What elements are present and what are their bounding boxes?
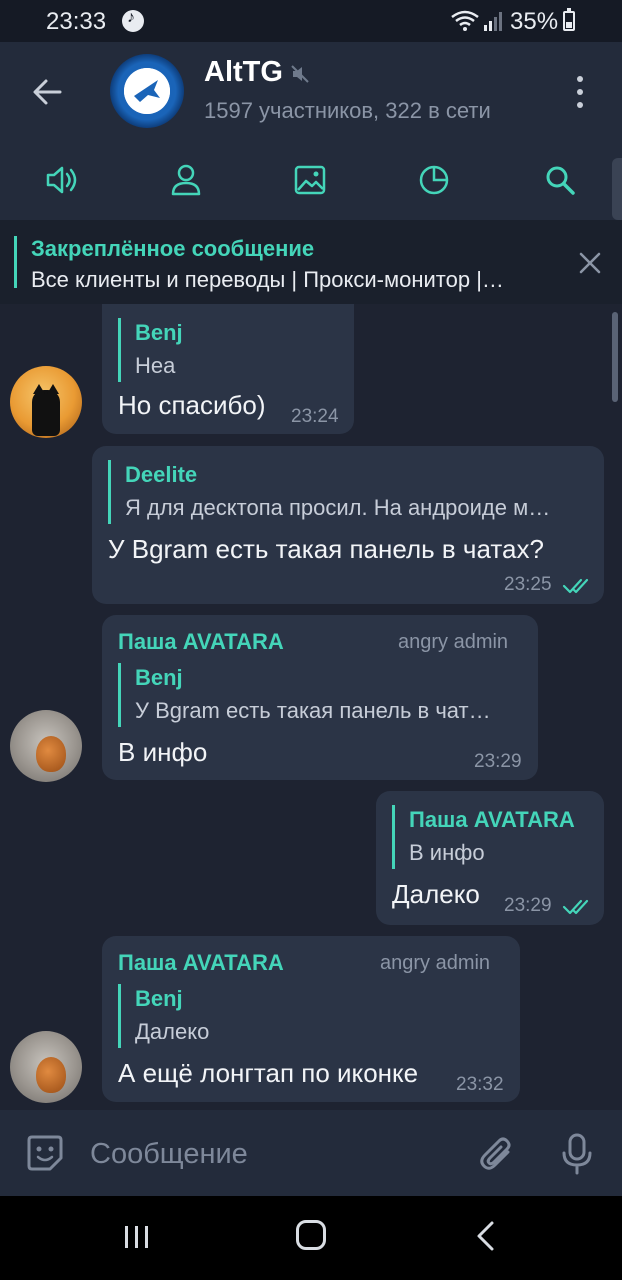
reply-text: Hea — [135, 353, 176, 378]
admin-role-badge: angry admin — [380, 952, 491, 974]
chat-members-count: 1597 участников, 322 в сети — [204, 98, 491, 123]
chat-title[interactable]: AltTG — [204, 56, 283, 89]
reply-name: Deelite — [125, 462, 198, 487]
pie-chart-icon[interactable] — [414, 160, 454, 200]
reply-quote[interactable]: Deelite Я для десктопа просил. На андрои… — [108, 460, 588, 524]
search-icon[interactable] — [540, 160, 580, 200]
reply-text: Далеко — [135, 1019, 210, 1044]
reply-quote[interactable]: Benj Hea — [118, 318, 340, 382]
reply-quote[interactable]: Benj Далеко — [118, 984, 506, 1048]
chat-avatar[interactable] — [110, 54, 184, 128]
scrollbar[interactable] — [612, 312, 618, 402]
back-arrow-icon[interactable] — [26, 70, 70, 114]
signal-icon — [484, 12, 502, 31]
message-text: А ещё лонгтап по иконке — [118, 1058, 419, 1088]
message-sender[interactable]: Паша AVATARA — [118, 629, 284, 655]
user-icon[interactable] — [166, 160, 206, 200]
avatar[interactable] — [10, 710, 82, 782]
reply-text: Я для десктопа просил. На андроиде м… — [125, 495, 551, 520]
wifi-icon — [451, 10, 479, 31]
message-list[interactable]: Benj Hea Но спасибо) 23:24 Deelite Я для… — [0, 304, 622, 1110]
side-scroll-tab[interactable] — [612, 158, 622, 220]
message-bubble-outgoing[interactable]: Паша AVATARA В инфо Далеко 23:29 — [376, 791, 604, 925]
message-time: 23:29 — [504, 895, 552, 916]
message-time: 23:25 — [504, 574, 552, 595]
microphone-icon[interactable] — [558, 1132, 596, 1176]
message-bubble[interactable]: Паша AVATARA angry admin Benj У Bgram ес… — [102, 615, 538, 780]
speaker-icon[interactable] — [42, 160, 82, 200]
reply-name: Benj — [135, 665, 183, 690]
pinned-title: Закреплённое сообщение — [31, 236, 315, 261]
message-composer: Сообщение — [0, 1110, 622, 1196]
message-time: 23:29 — [474, 751, 522, 772]
pinned-text: Все клиенты и переводы | Прокси-монитор … — [31, 267, 504, 292]
reply-text: В инфо — [409, 840, 485, 865]
message-bubble[interactable]: Паша AVATARA angry admin Benj Далеко А е… — [102, 936, 520, 1102]
message-time: 23:32 — [456, 1074, 504, 1095]
sticker-icon[interactable] — [24, 1132, 66, 1174]
tiktok-notification-icon — [122, 9, 144, 32]
battery-percent: 35% — [510, 8, 559, 35]
message-time: 23:24 — [291, 406, 339, 427]
message-text: Но спасибо) — [118, 390, 266, 420]
status-time: 23:33 — [46, 8, 107, 35]
nav-back-icon[interactable] — [472, 1220, 500, 1252]
recent-apps-icon[interactable] — [122, 1224, 152, 1250]
more-menu-icon[interactable] — [566, 72, 594, 112]
reply-quote[interactable]: Паша AVATARA В инфо — [392, 805, 592, 869]
reply-name: Паша AVATARA — [409, 807, 575, 832]
message-text: Далеко — [392, 879, 480, 909]
reply-name: Benj — [135, 986, 183, 1011]
muted-icon — [291, 65, 309, 83]
plane-logo-icon — [124, 68, 170, 114]
status-bar: 23:33 35% — [0, 0, 622, 42]
system-navigation-bar — [0, 1196, 622, 1280]
pinned-message[interactable]: Закреплённое сообщение Все клиенты и пер… — [0, 220, 622, 304]
message-text: У Bgram есть такая панель в чатах? — [108, 534, 544, 564]
chat-header: AltTG 1597 участников, 322 в сети — [0, 42, 622, 220]
attach-icon[interactable] — [478, 1134, 516, 1174]
close-icon[interactable] — [575, 248, 605, 278]
read-checkmarks-icon — [562, 578, 589, 594]
message-input[interactable]: Сообщение — [90, 1138, 248, 1171]
avatar[interactable] — [10, 1031, 82, 1103]
message-bubble[interactable]: Benj Hea Но спасибо) 23:24 — [102, 304, 354, 434]
battery-icon — [563, 8, 575, 31]
pinned-accent-bar — [14, 236, 17, 288]
admin-role-badge: angry admin — [398, 631, 509, 653]
message-sender[interactable]: Паша AVATARA — [118, 950, 284, 976]
message-text: В инфо — [118, 737, 208, 767]
image-icon[interactable] — [290, 160, 330, 200]
read-checkmarks-icon — [562, 899, 589, 915]
message-bubble-outgoing[interactable]: Deelite Я для десктопа просил. На андрои… — [92, 446, 604, 604]
reply-quote[interactable]: Benj У Bgram есть такая панель в чат… — [118, 663, 524, 727]
avatar[interactable] — [10, 366, 82, 438]
reply-text: У Bgram есть такая панель в чат… — [135, 698, 491, 723]
home-button-icon[interactable] — [296, 1220, 326, 1250]
reply-name: Benj — [135, 320, 183, 345]
